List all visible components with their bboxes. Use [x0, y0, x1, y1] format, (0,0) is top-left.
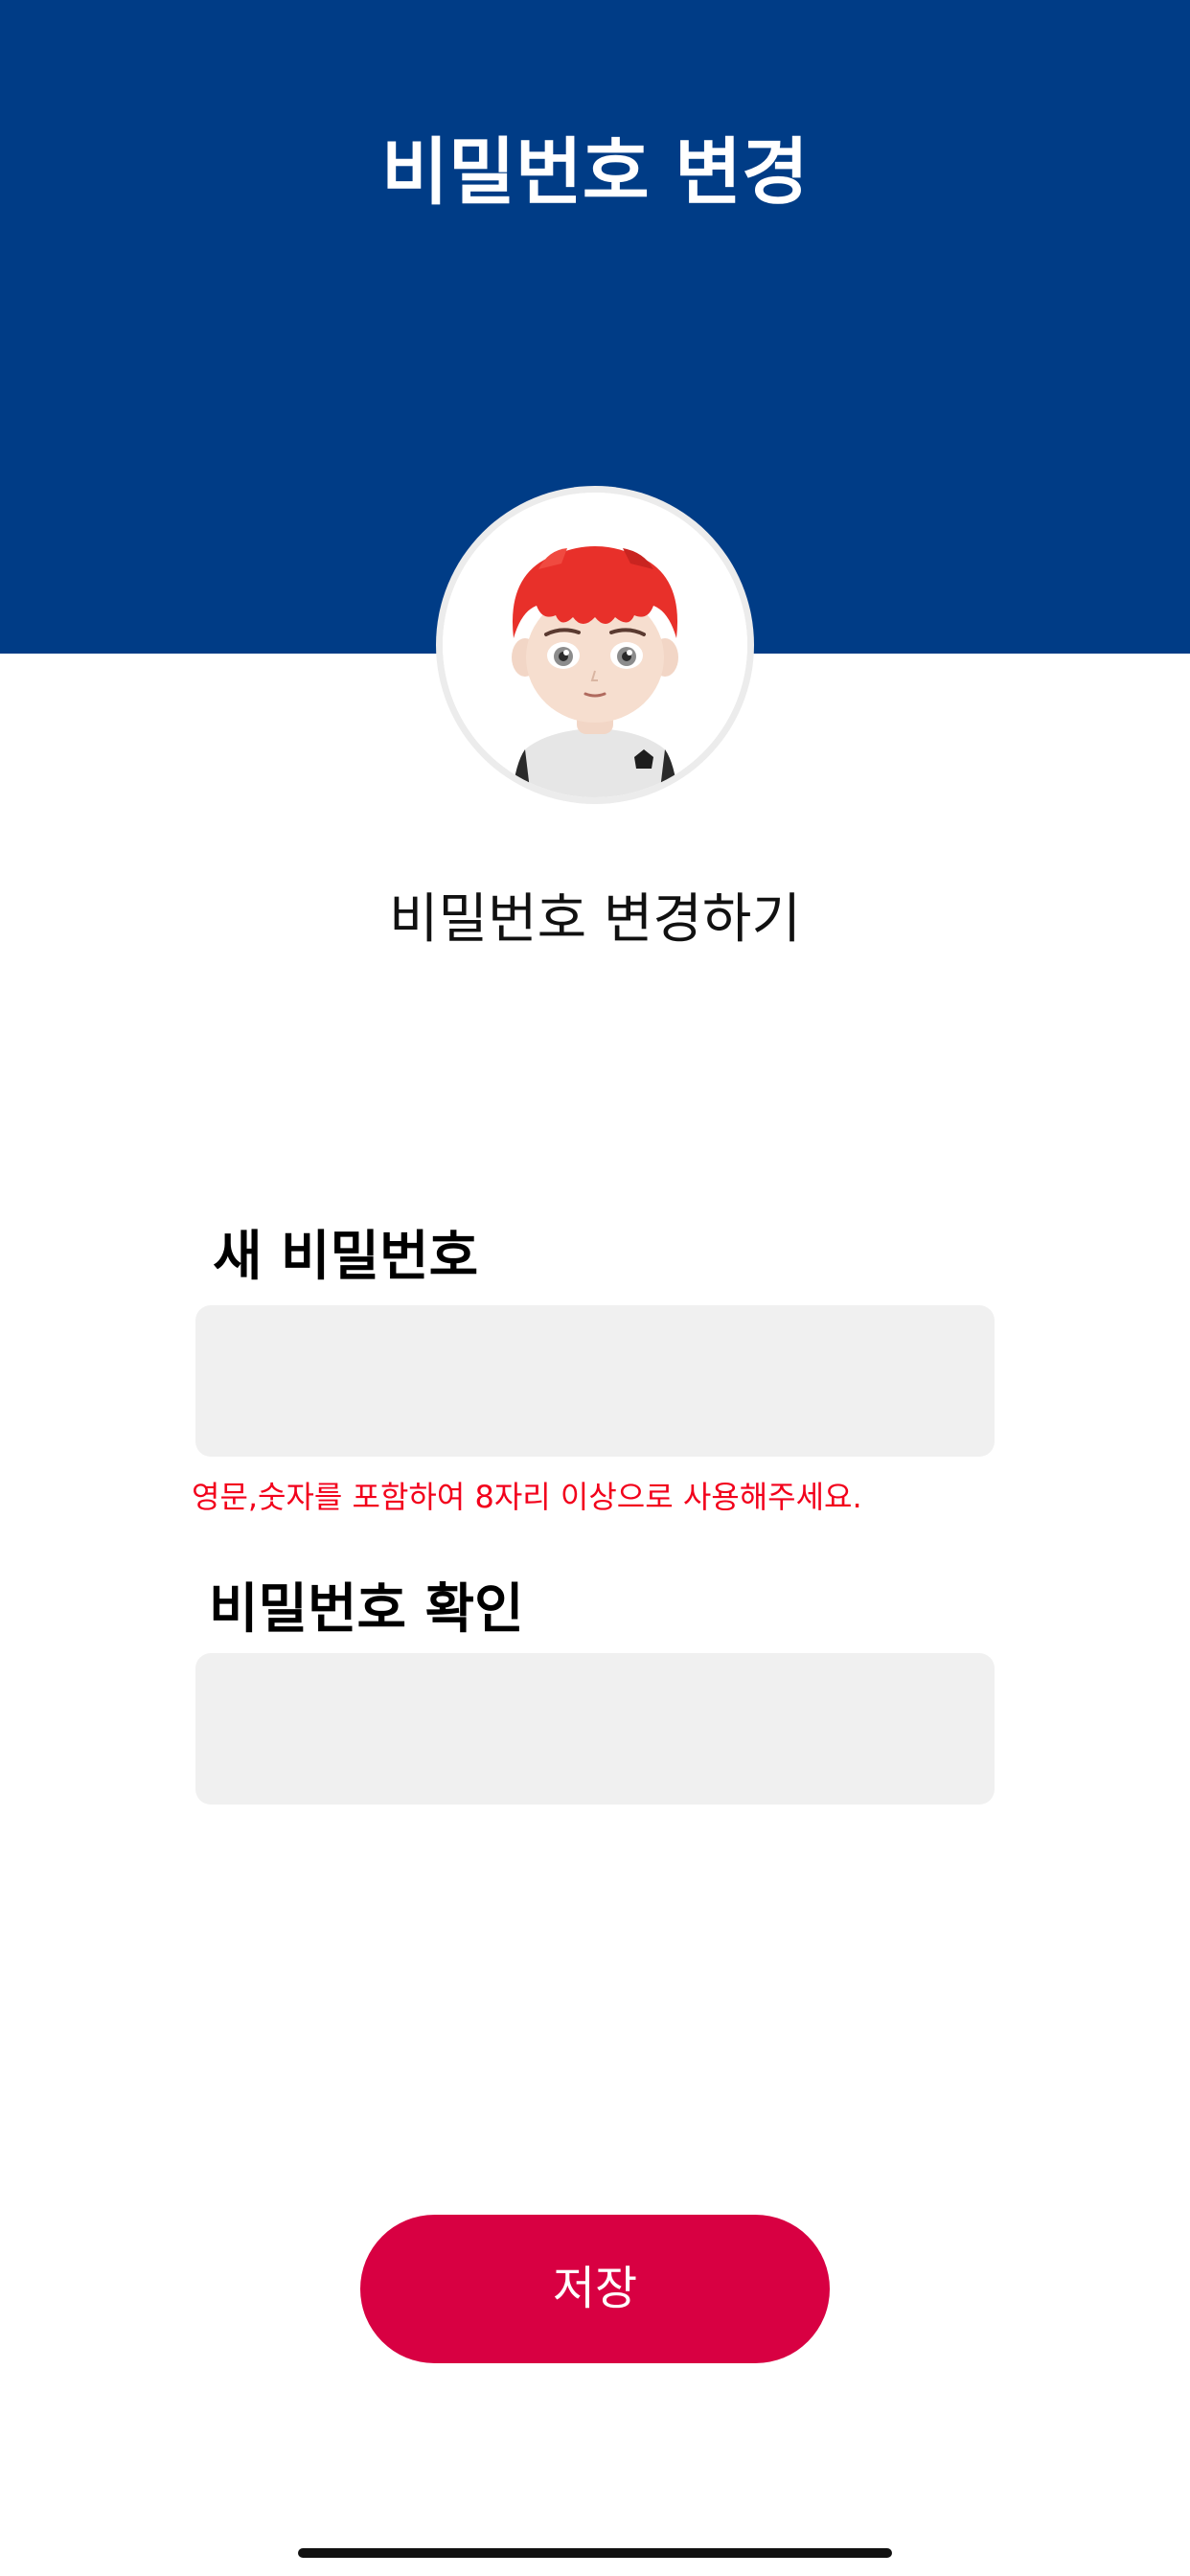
section-title: 비밀번호 변경하기 [389, 888, 801, 951]
confirm-password-label: 비밀번호 확인 [209, 1578, 524, 1641]
home-indicator [298, 2548, 892, 2558]
confirm-password-input[interactable] [195, 1653, 995, 1805]
avatar [443, 493, 747, 797]
character-avatar-icon [443, 493, 747, 797]
page-title: 비밀번호 변경 [381, 129, 809, 215]
password-rule-hint: 영문,숫자를 포함하여 8자리 이상으로 사용해주세요. [192, 1479, 862, 1515]
new-password-label: 새 비밀번호 [213, 1226, 479, 1288]
save-button[interactable]: 저장 [360, 2215, 830, 2363]
new-password-input[interactable] [195, 1305, 995, 1457]
